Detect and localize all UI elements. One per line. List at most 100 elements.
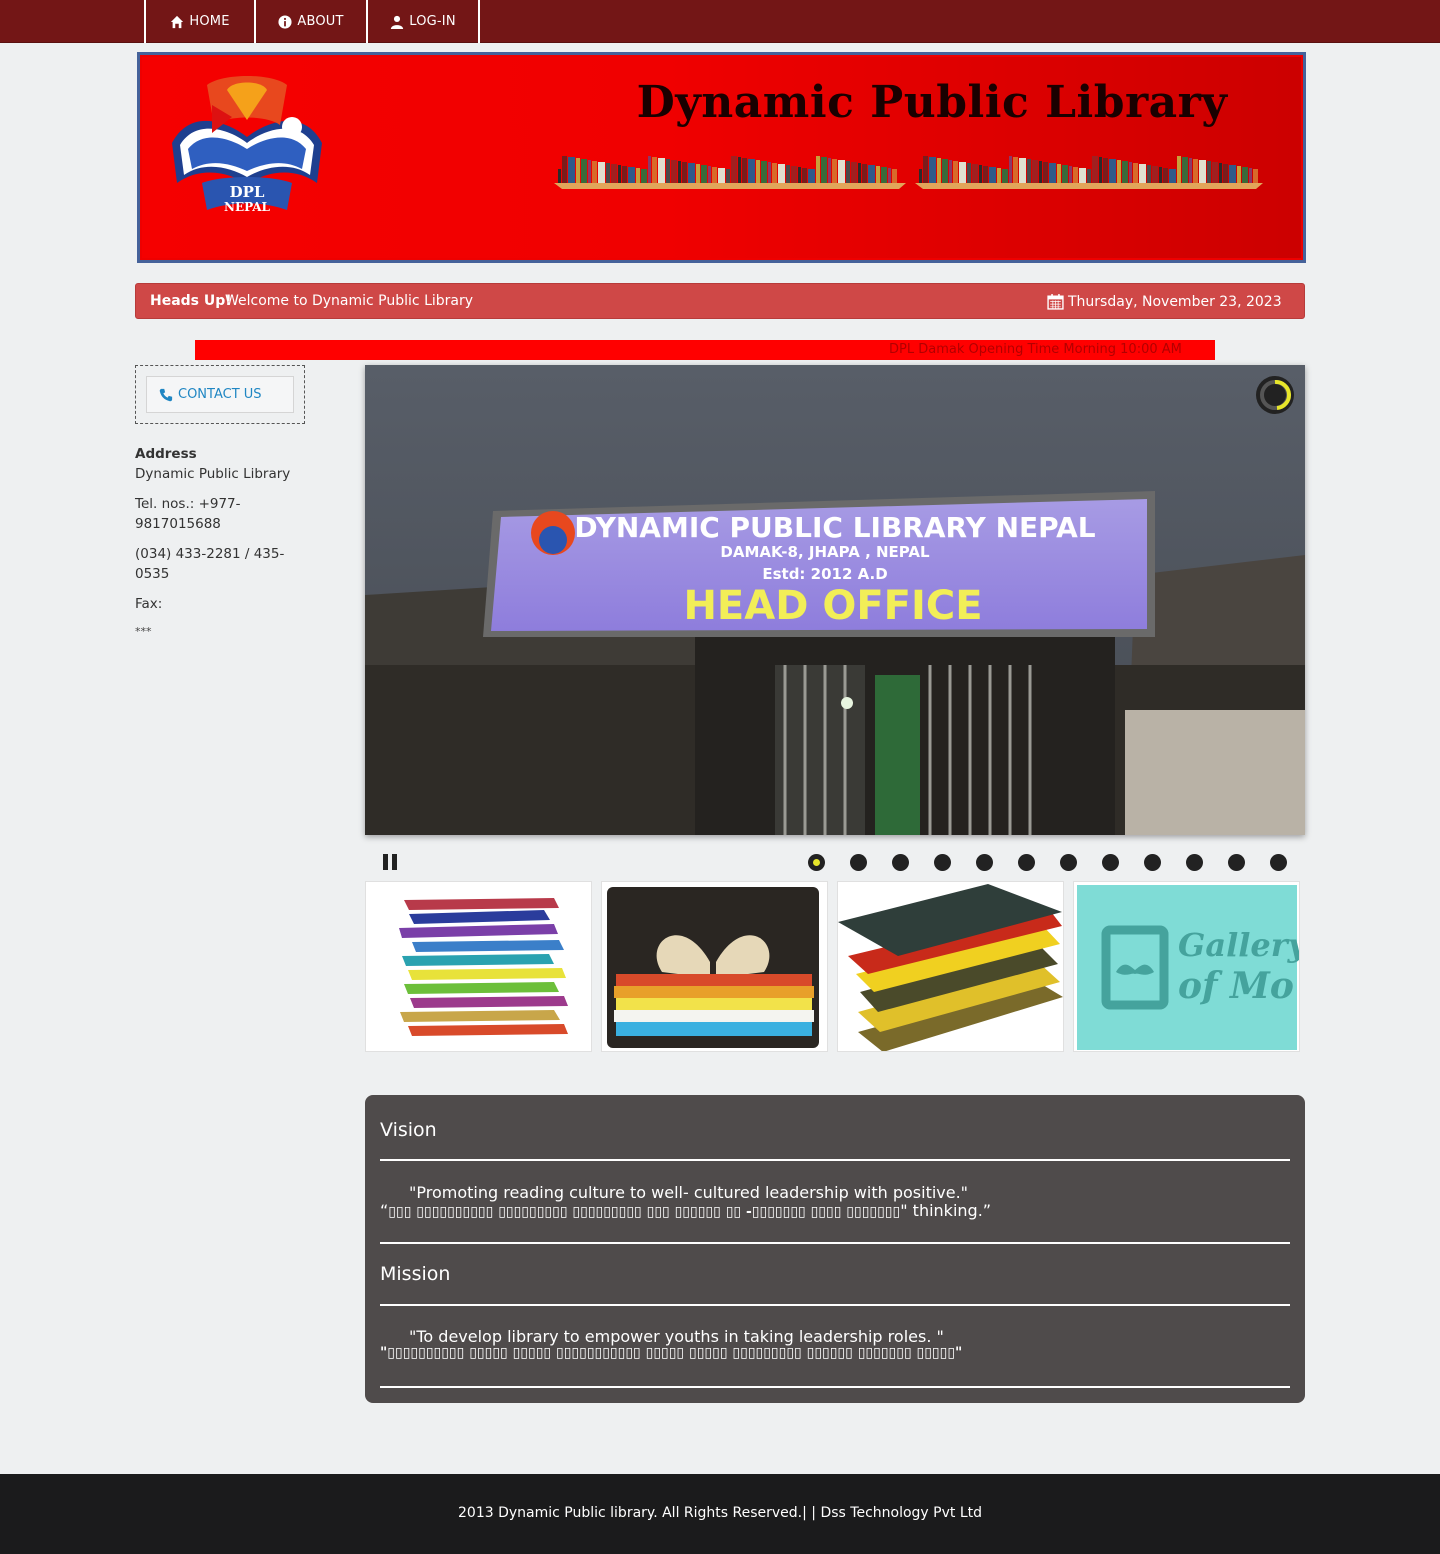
mission-english: "To develop library to empower youths in… — [409, 1327, 944, 1346]
address-fax: Fax: — [135, 596, 163, 612]
thumbnail-3[interactable] — [837, 881, 1064, 1052]
book-spine — [1182, 157, 1188, 183]
book-spine — [876, 166, 880, 183]
book-spine — [1163, 168, 1168, 183]
book-spine — [972, 164, 978, 183]
book-spine — [858, 163, 861, 183]
nav-about-link[interactable]: ABOUT — [254, 0, 368, 43]
book-spine — [888, 168, 891, 183]
book-spine — [923, 156, 928, 183]
bookshelf-image — [554, 156, 906, 189]
slider-dot[interactable] — [808, 854, 825, 871]
user-icon — [391, 15, 404, 29]
sign-line-4: HEAD OFFICE — [683, 583, 982, 629]
book-spine — [1147, 165, 1151, 183]
contact-us-button[interactable]: CONTACT US — [146, 376, 294, 413]
pause-button[interactable] — [383, 854, 397, 870]
book-spine — [701, 165, 707, 183]
nav-login-link[interactable]: LOG-IN — [366, 0, 480, 43]
slider-dot[interactable] — [934, 854, 951, 871]
gallery-text-line-1: Gallery — [1178, 926, 1300, 964]
gallery-text-line-2: of Mo — [1178, 965, 1294, 1007]
current-date-text: Thursday, November 23, 2023 — [1068, 293, 1282, 310]
book-spine — [1099, 157, 1102, 183]
stacked-books-image — [366, 882, 591, 1051]
vision-heading: Vision — [380, 1119, 437, 1141]
vision-nepali-close: " thinking.” — [900, 1201, 992, 1220]
vision-mission-panel: Vision "Promoting reading culture to wel… — [365, 1095, 1305, 1403]
book-spine — [802, 168, 807, 183]
book-spine — [742, 158, 747, 183]
sign-line-3: Estd: 2012 A.D — [762, 565, 887, 583]
thumbnail-4[interactable]: Gallery of Mo — [1073, 881, 1300, 1052]
book-spine — [562, 156, 567, 183]
book-spine — [558, 169, 561, 183]
book-spine — [1079, 168, 1086, 183]
vision-nepali: “▯▯▯ ▯▯▯▯▯▯▯▯▯▯ ▯▯▯▯▯▯▯▯▯ ▯▯▯▯▯▯▯▯▯ ▯▯▯ … — [380, 1201, 991, 1220]
book-spine — [641, 169, 647, 183]
alert-heading: Heads Up! — [150, 293, 232, 309]
slider-dot[interactable] — [1018, 854, 1035, 871]
book-spine — [618, 165, 621, 183]
slider-dot[interactable] — [1228, 854, 1245, 871]
slider-dot[interactable] — [850, 854, 867, 871]
welcome-alert: Heads Up! Welcome to Dynamic Public Libr… — [135, 283, 1305, 319]
thumbnail-1[interactable] — [365, 881, 592, 1052]
slider-dot[interactable] — [1144, 854, 1161, 871]
book-spine — [1002, 169, 1008, 183]
book-spine — [731, 156, 737, 183]
book-spine — [708, 166, 711, 183]
image-slider[interactable]: DYNAMIC PUBLIC LIBRARY NEPAL DAMAK-8, JH… — [365, 365, 1305, 835]
book-spine — [892, 169, 897, 183]
slider-dot[interactable] — [1060, 854, 1077, 871]
thumbnail-2[interactable] — [601, 881, 828, 1052]
bookshelf-image — [915, 156, 1263, 189]
book-spine — [1062, 165, 1068, 183]
nav-home-link[interactable]: HOME — [144, 0, 256, 43]
book-spine — [1043, 162, 1048, 183]
slider-dot[interactable] — [1186, 854, 1203, 871]
book-spine — [658, 158, 665, 183]
book-spine — [652, 157, 657, 183]
divider — [380, 1304, 1290, 1306]
book-spine — [628, 167, 635, 183]
book-spine — [1139, 164, 1146, 183]
book-spine — [1242, 167, 1248, 183]
marquee-text: DPL Damak Opening Time Morning 10:00 AM — [889, 342, 1182, 357]
book-spine — [1032, 160, 1038, 183]
slider-dot[interactable] — [1270, 854, 1287, 871]
book-spine — [1223, 164, 1228, 183]
slider-dot[interactable] — [892, 854, 909, 871]
book-spine — [1027, 159, 1031, 183]
book-spine — [881, 167, 887, 183]
divider — [380, 1242, 1290, 1244]
address-name: Dynamic Public Library — [135, 466, 291, 482]
book-spine — [929, 157, 936, 183]
book-spine — [1087, 169, 1091, 183]
book-spine — [979, 165, 982, 183]
book-spine — [816, 156, 820, 183]
book-spine — [718, 168, 725, 183]
head-office-photo: DYNAMIC PUBLIC LIBRARY NEPAL DAMAK-8, JH… — [365, 365, 1305, 835]
book-spine — [778, 164, 785, 183]
book-spine — [791, 166, 797, 183]
book-spine — [997, 168, 1001, 183]
loading-spinner-icon — [1256, 376, 1294, 414]
book-spine — [1109, 159, 1116, 183]
book-spine — [666, 159, 670, 183]
slider-dot[interactable] — [1102, 854, 1119, 871]
book-spine — [1253, 169, 1258, 183]
cartoon-books-image — [838, 882, 1063, 1051]
book-spine — [1152, 166, 1158, 183]
book-spine — [846, 161, 850, 183]
pause-bar — [383, 854, 388, 870]
book-spine — [1219, 163, 1222, 183]
book-spine — [1069, 166, 1072, 183]
logo-text-nepal: NEPAL — [224, 200, 271, 214]
address-phone-numbers: (034) 433-2281 / 435-0535 — [135, 546, 285, 582]
book-spine — [1117, 160, 1121, 183]
divider — [380, 1159, 1290, 1161]
book-spine — [1049, 163, 1056, 183]
book-spine — [581, 159, 587, 183]
slider-dot[interactable] — [976, 854, 993, 871]
